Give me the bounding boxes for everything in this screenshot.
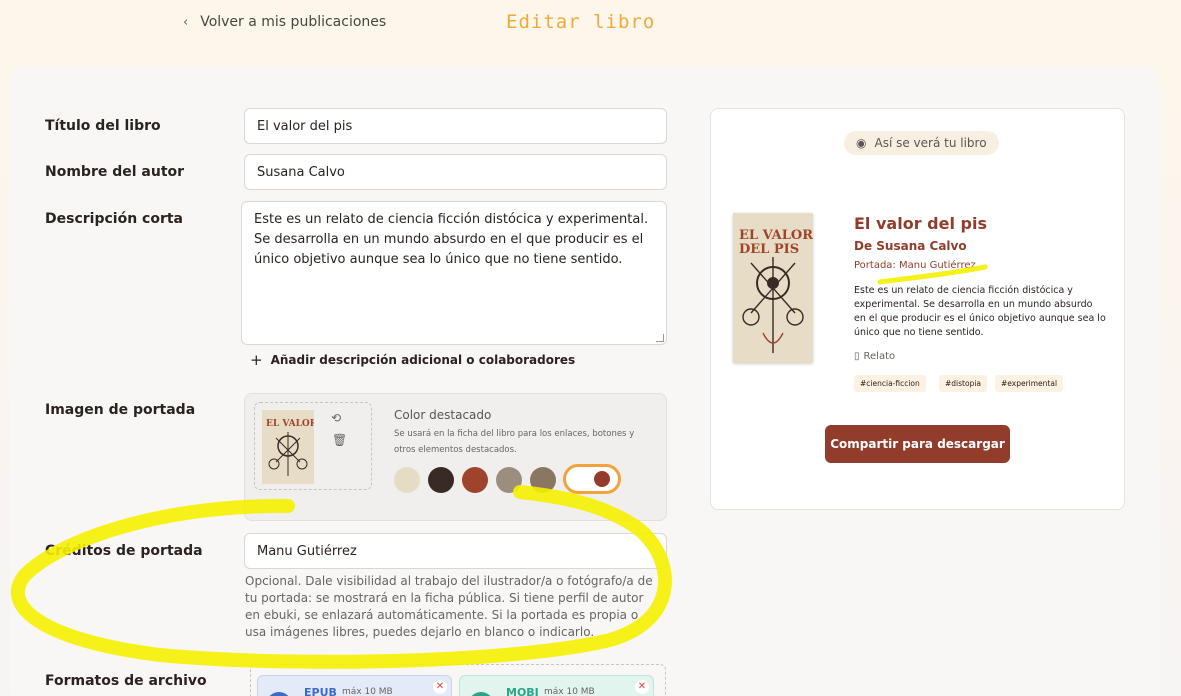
custom-color-picker[interactable] [563, 464, 621, 494]
mobi-icon [468, 692, 494, 696]
preview-credit[interactable]: Portada: Manu Gutiérrez [854, 260, 976, 271]
selected-color-dot [594, 471, 610, 487]
swatch-4[interactable] [496, 467, 522, 493]
formats-label: Formatos de archivo [45, 673, 207, 689]
preview-type: ▯ Relato [854, 351, 895, 362]
file-dropzone[interactable]: EPUB máx 10 MB ✕ MOBI máx 10 MB ✕ [250, 664, 666, 696]
credits-input[interactable]: Manu Gutiérrez [244, 533, 667, 569]
resize-grip-icon[interactable] [656, 334, 664, 342]
description-text: Este es un relato de ciencia ficción dis… [254, 212, 649, 267]
credits-help: Opcional. Dale visibilidad al trabajo de… [245, 574, 653, 639]
eye-icon: ◉ [856, 136, 867, 150]
preview-type-label: Relato [863, 351, 896, 362]
title-input[interactable]: El valor del pis [244, 108, 667, 144]
description-textarea[interactable]: Este es un relato de ciencia ficción dis… [241, 201, 667, 345]
swatch-3[interactable] [462, 467, 488, 493]
preview-author[interactable]: De Susana Calvo [854, 239, 967, 253]
preview-pill-label: Así se verá tu libro [874, 136, 987, 150]
preview-pill: ◉ Así se verá tu libro [844, 131, 999, 155]
book-icon: ▯ [854, 351, 860, 362]
page-title: Editar libro [506, 11, 656, 33]
preview-title: El valor del pis [854, 214, 987, 233]
description-label: Descripción corta [45, 211, 183, 227]
share-button[interactable]: Compartir para descargar [825, 425, 1010, 463]
tag[interactable]: #distopia [939, 375, 988, 392]
epub-icon [266, 692, 292, 696]
preview-cover: EL VALOR DEL PIS [733, 213, 813, 363]
close-icon[interactable]: ✕ [433, 680, 447, 694]
replace-icon[interactable]: ⟲ [331, 411, 341, 425]
credits-label: Créditos de portada [45, 543, 203, 559]
color-subtitle: Se usará en la ficha del libro para los … [394, 429, 635, 455]
mobi-name: MOBI [506, 686, 539, 696]
close-icon[interactable]: ✕ [635, 680, 649, 694]
plus-icon: + [250, 351, 263, 369]
add-description-label: Añadir descripción adicional o colaborad… [270, 353, 576, 367]
cover-box: EL VALOR ⟲ 🗑 Color destacado Se usará en… [244, 393, 667, 521]
back-link[interactable]: ‹ Volver a mis publicaciones [183, 14, 386, 30]
epub-max: máx 10 MB [342, 687, 393, 696]
chevron-left-icon: ‹ [183, 14, 189, 30]
mobi-max: máx 10 MB [544, 687, 595, 696]
add-description-button[interactable]: + Añadir descripción adicional o colabor… [250, 351, 575, 369]
book-preview: ◉ Así se verá tu libro EL VALOR DEL PIS … [710, 108, 1125, 510]
svg-text:EL VALOR: EL VALOR [266, 419, 314, 429]
cover-label: Imagen de portada [45, 402, 196, 418]
trash-icon[interactable]: 🗑 [332, 433, 347, 447]
top-bar: ‹ Volver a mis publicaciones Editar libr… [0, 0, 1181, 46]
back-link-label: Volver a mis publicaciones [200, 14, 387, 30]
epub-name: EPUB [304, 686, 337, 696]
file-chip-epub[interactable]: EPUB máx 10 MB ✕ [257, 675, 452, 696]
svg-text:DEL PIS: DEL PIS [739, 242, 799, 257]
tag[interactable]: #experimental [995, 375, 1064, 392]
cover-thumbnail: EL VALOR [262, 410, 314, 484]
preview-description: Este es un relato de ciencia ficción dis… [854, 285, 1106, 338]
cover-dropzone[interactable]: EL VALOR ⟲ 🗑 [254, 402, 372, 490]
file-chip-mobi[interactable]: MOBI máx 10 MB ✕ [459, 675, 654, 696]
author-label: Nombre del autor [45, 164, 185, 180]
swatch-5[interactable] [530, 467, 556, 493]
title-label: Título del libro [45, 118, 161, 134]
author-input[interactable]: Susana Calvo [244, 154, 667, 190]
tag[interactable]: #ciencia-ficcion [854, 375, 926, 392]
swatch-1[interactable] [394, 467, 420, 493]
color-title: Color destacado [394, 408, 492, 422]
swatch-2[interactable] [428, 467, 454, 493]
svg-text:EL VALOR: EL VALOR [739, 228, 813, 243]
